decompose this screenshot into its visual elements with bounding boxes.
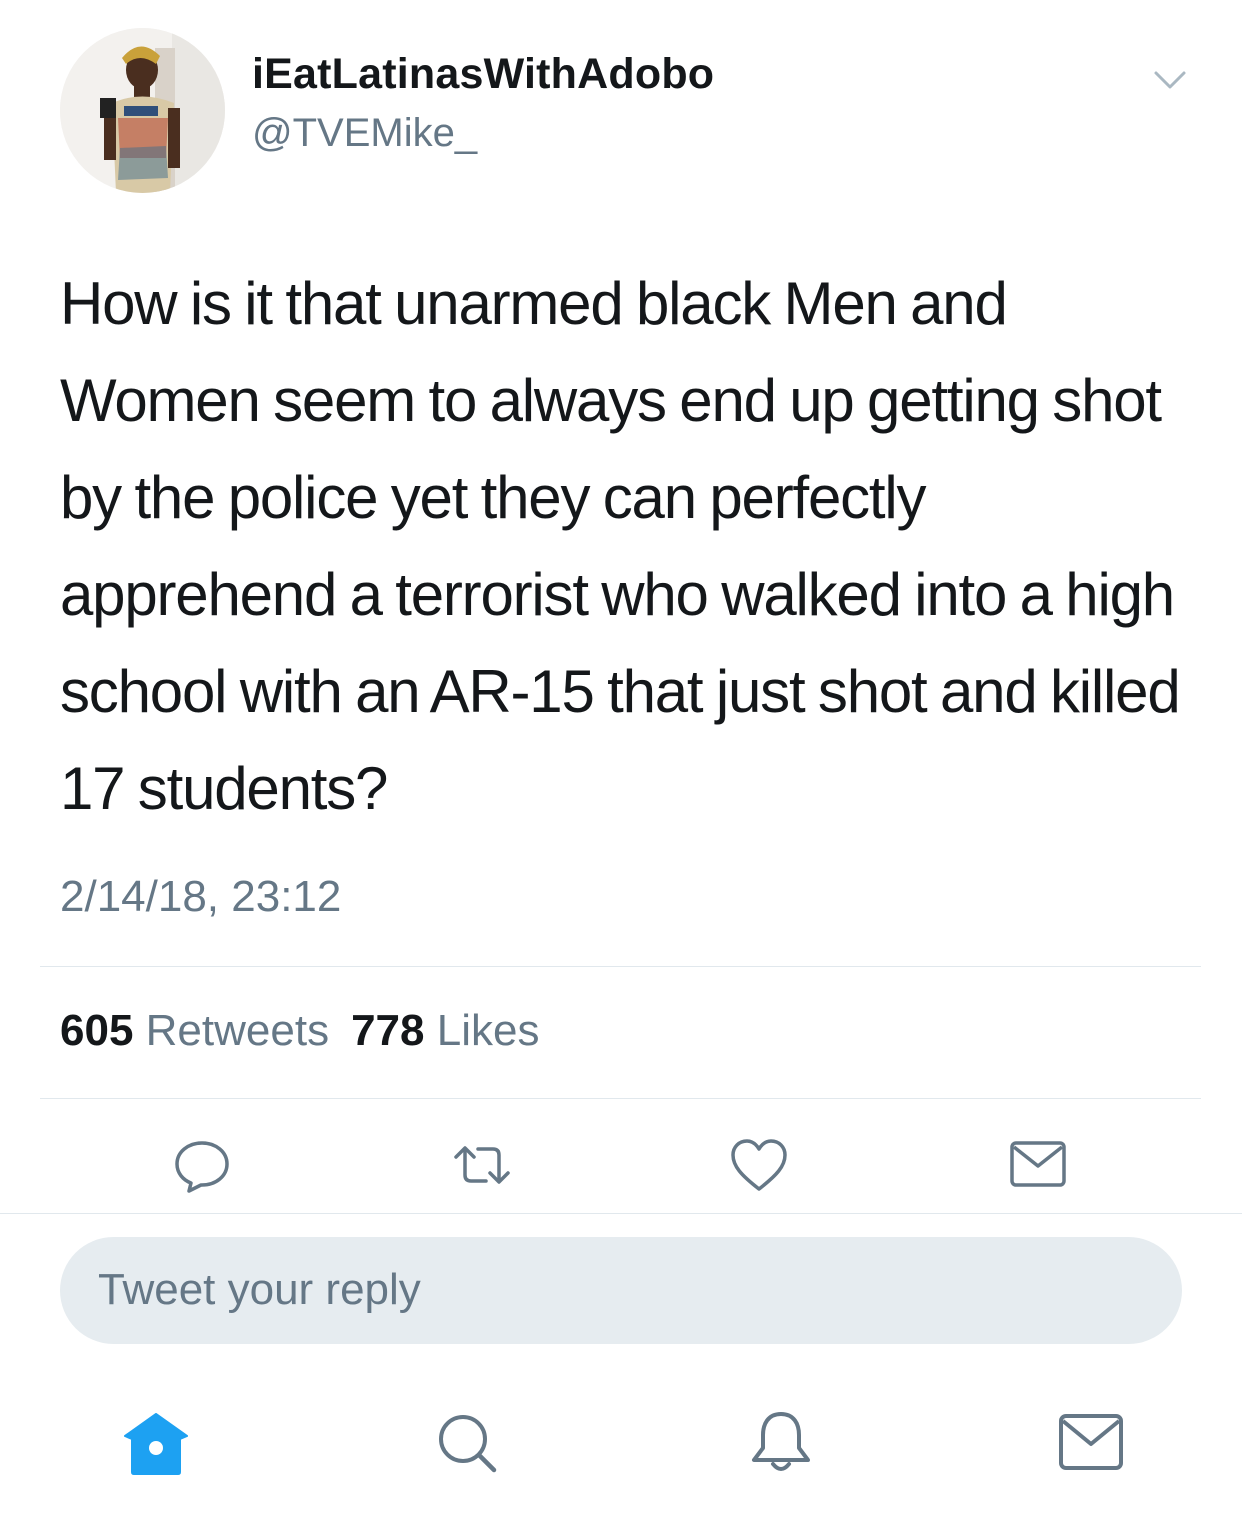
tweet-timestamp: 2/14/18, 23:12: [60, 872, 342, 921]
retweets-count: 605: [60, 1006, 134, 1055]
user-handle[interactable]: @TVEMike_: [252, 111, 477, 156]
direct-message-icon[interactable]: [1008, 1135, 1068, 1195]
avatar[interactable]: [60, 28, 225, 193]
reply-input[interactable]: Tweet your reply: [60, 1237, 1182, 1344]
likes-count: 778: [351, 1006, 425, 1055]
messages-icon[interactable]: [1057, 1408, 1127, 1478]
tweet-stats: 605 Retweets 778 Likes: [60, 1006, 539, 1056]
divider: [0, 1213, 1242, 1214]
display-name[interactable]: iEatLatinasWithAdobo: [252, 50, 714, 99]
reply-icon[interactable]: [172, 1135, 232, 1195]
divider: [40, 1098, 1201, 1099]
retweets-label: Retweets: [145, 1006, 330, 1055]
reply-placeholder: Tweet your reply: [98, 1265, 421, 1314]
avatar-photo: [60, 28, 225, 193]
likes-label: Likes: [436, 1006, 540, 1055]
search-icon[interactable]: [432, 1408, 502, 1478]
retweet-icon[interactable]: [452, 1135, 512, 1195]
like-icon[interactable]: [729, 1135, 789, 1195]
home-icon[interactable]: [121, 1408, 191, 1478]
likes-stat[interactable]: 778 Likes: [351, 1006, 539, 1055]
divider: [40, 966, 1201, 967]
tweet-text: How is it that unarmed black Men and Wom…: [60, 270, 1181, 822]
chevron-down-icon[interactable]: [1150, 60, 1190, 100]
retweets-stat[interactable]: 605 Retweets: [60, 1006, 329, 1055]
notifications-icon[interactable]: [746, 1408, 816, 1478]
